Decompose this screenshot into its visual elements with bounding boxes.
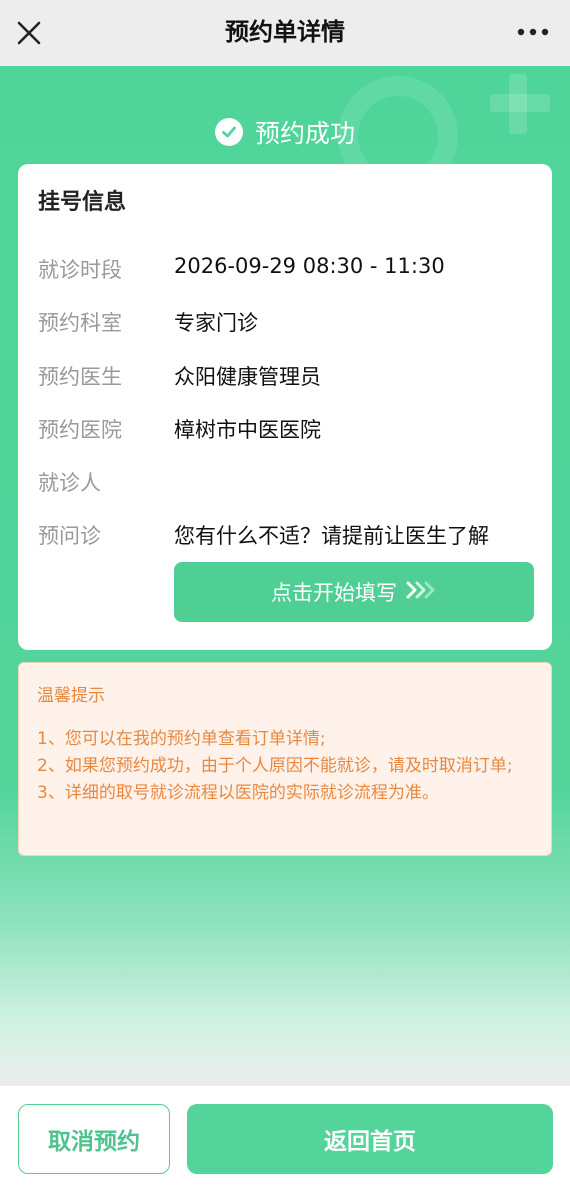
tip-item: 1、您可以在我的预约单查看订单详情; — [37, 729, 326, 749]
nav-bar: 预约单详情 — [0, 0, 570, 66]
more-dots-icon[interactable] — [516, 22, 550, 42]
tip-item: 2、如果您预约成功，由于个人原因不能就诊，请及时取消订单; — [37, 756, 513, 776]
tip-item: 3、详细的取号就诊流程以医院的实际就诊流程为准。 — [37, 783, 439, 803]
page-title: 预约单详情 — [225, 18, 345, 46]
row-value: 专家门诊 — [174, 311, 258, 335]
row-key: 就诊时段 — [38, 258, 122, 282]
cancel-booking-button[interactable]: 取消预约 — [18, 1104, 170, 1174]
tips-title: 温馨提示 — [37, 686, 105, 706]
row-key: 预约医院 — [38, 418, 122, 442]
status-label: 预约成功 — [254, 119, 355, 148]
start-fill-label: 点击开始填写 — [271, 581, 397, 605]
back-home-button[interactable]: 返回首页 — [187, 1104, 553, 1174]
double-chevron-right-icon — [405, 580, 437, 604]
row-value: 樟树市中医医院 — [174, 418, 321, 442]
row-value: 2026-09-29 08:30 - 11:30 — [174, 254, 445, 278]
row-key: 就诊人 — [38, 471, 101, 495]
row-value: 您有什么不适？请提前让医生了解 — [174, 524, 489, 548]
row-value: 众阳健康管理员 — [174, 365, 321, 389]
card-title: 挂号信息 — [38, 190, 127, 215]
booking-status: 预约成功 — [0, 112, 570, 152]
row-key: 预问诊 — [38, 524, 101, 548]
row-key: 预约科室 — [38, 311, 122, 335]
bottom-action-bar: 取消预约 返回首页 — [0, 1086, 570, 1188]
check-circle-icon — [214, 118, 243, 146]
content-area: 预约成功 挂号信息 就诊时段 2026-09-29 08:30 - 11:30 … — [0, 66, 570, 1086]
start-fill-button[interactable]: 点击开始填写 — [174, 562, 534, 622]
tips-box: 温馨提示 1、您可以在我的预约单查看订单详情; 2、如果您预约成功，由于个人原因… — [18, 662, 552, 856]
row-key: 预约医生 — [38, 365, 122, 389]
decor-plus-icon-bar — [490, 94, 550, 112]
registration-card: 挂号信息 就诊时段 2026-09-29 08:30 - 11:30 预约科室 … — [18, 164, 552, 650]
